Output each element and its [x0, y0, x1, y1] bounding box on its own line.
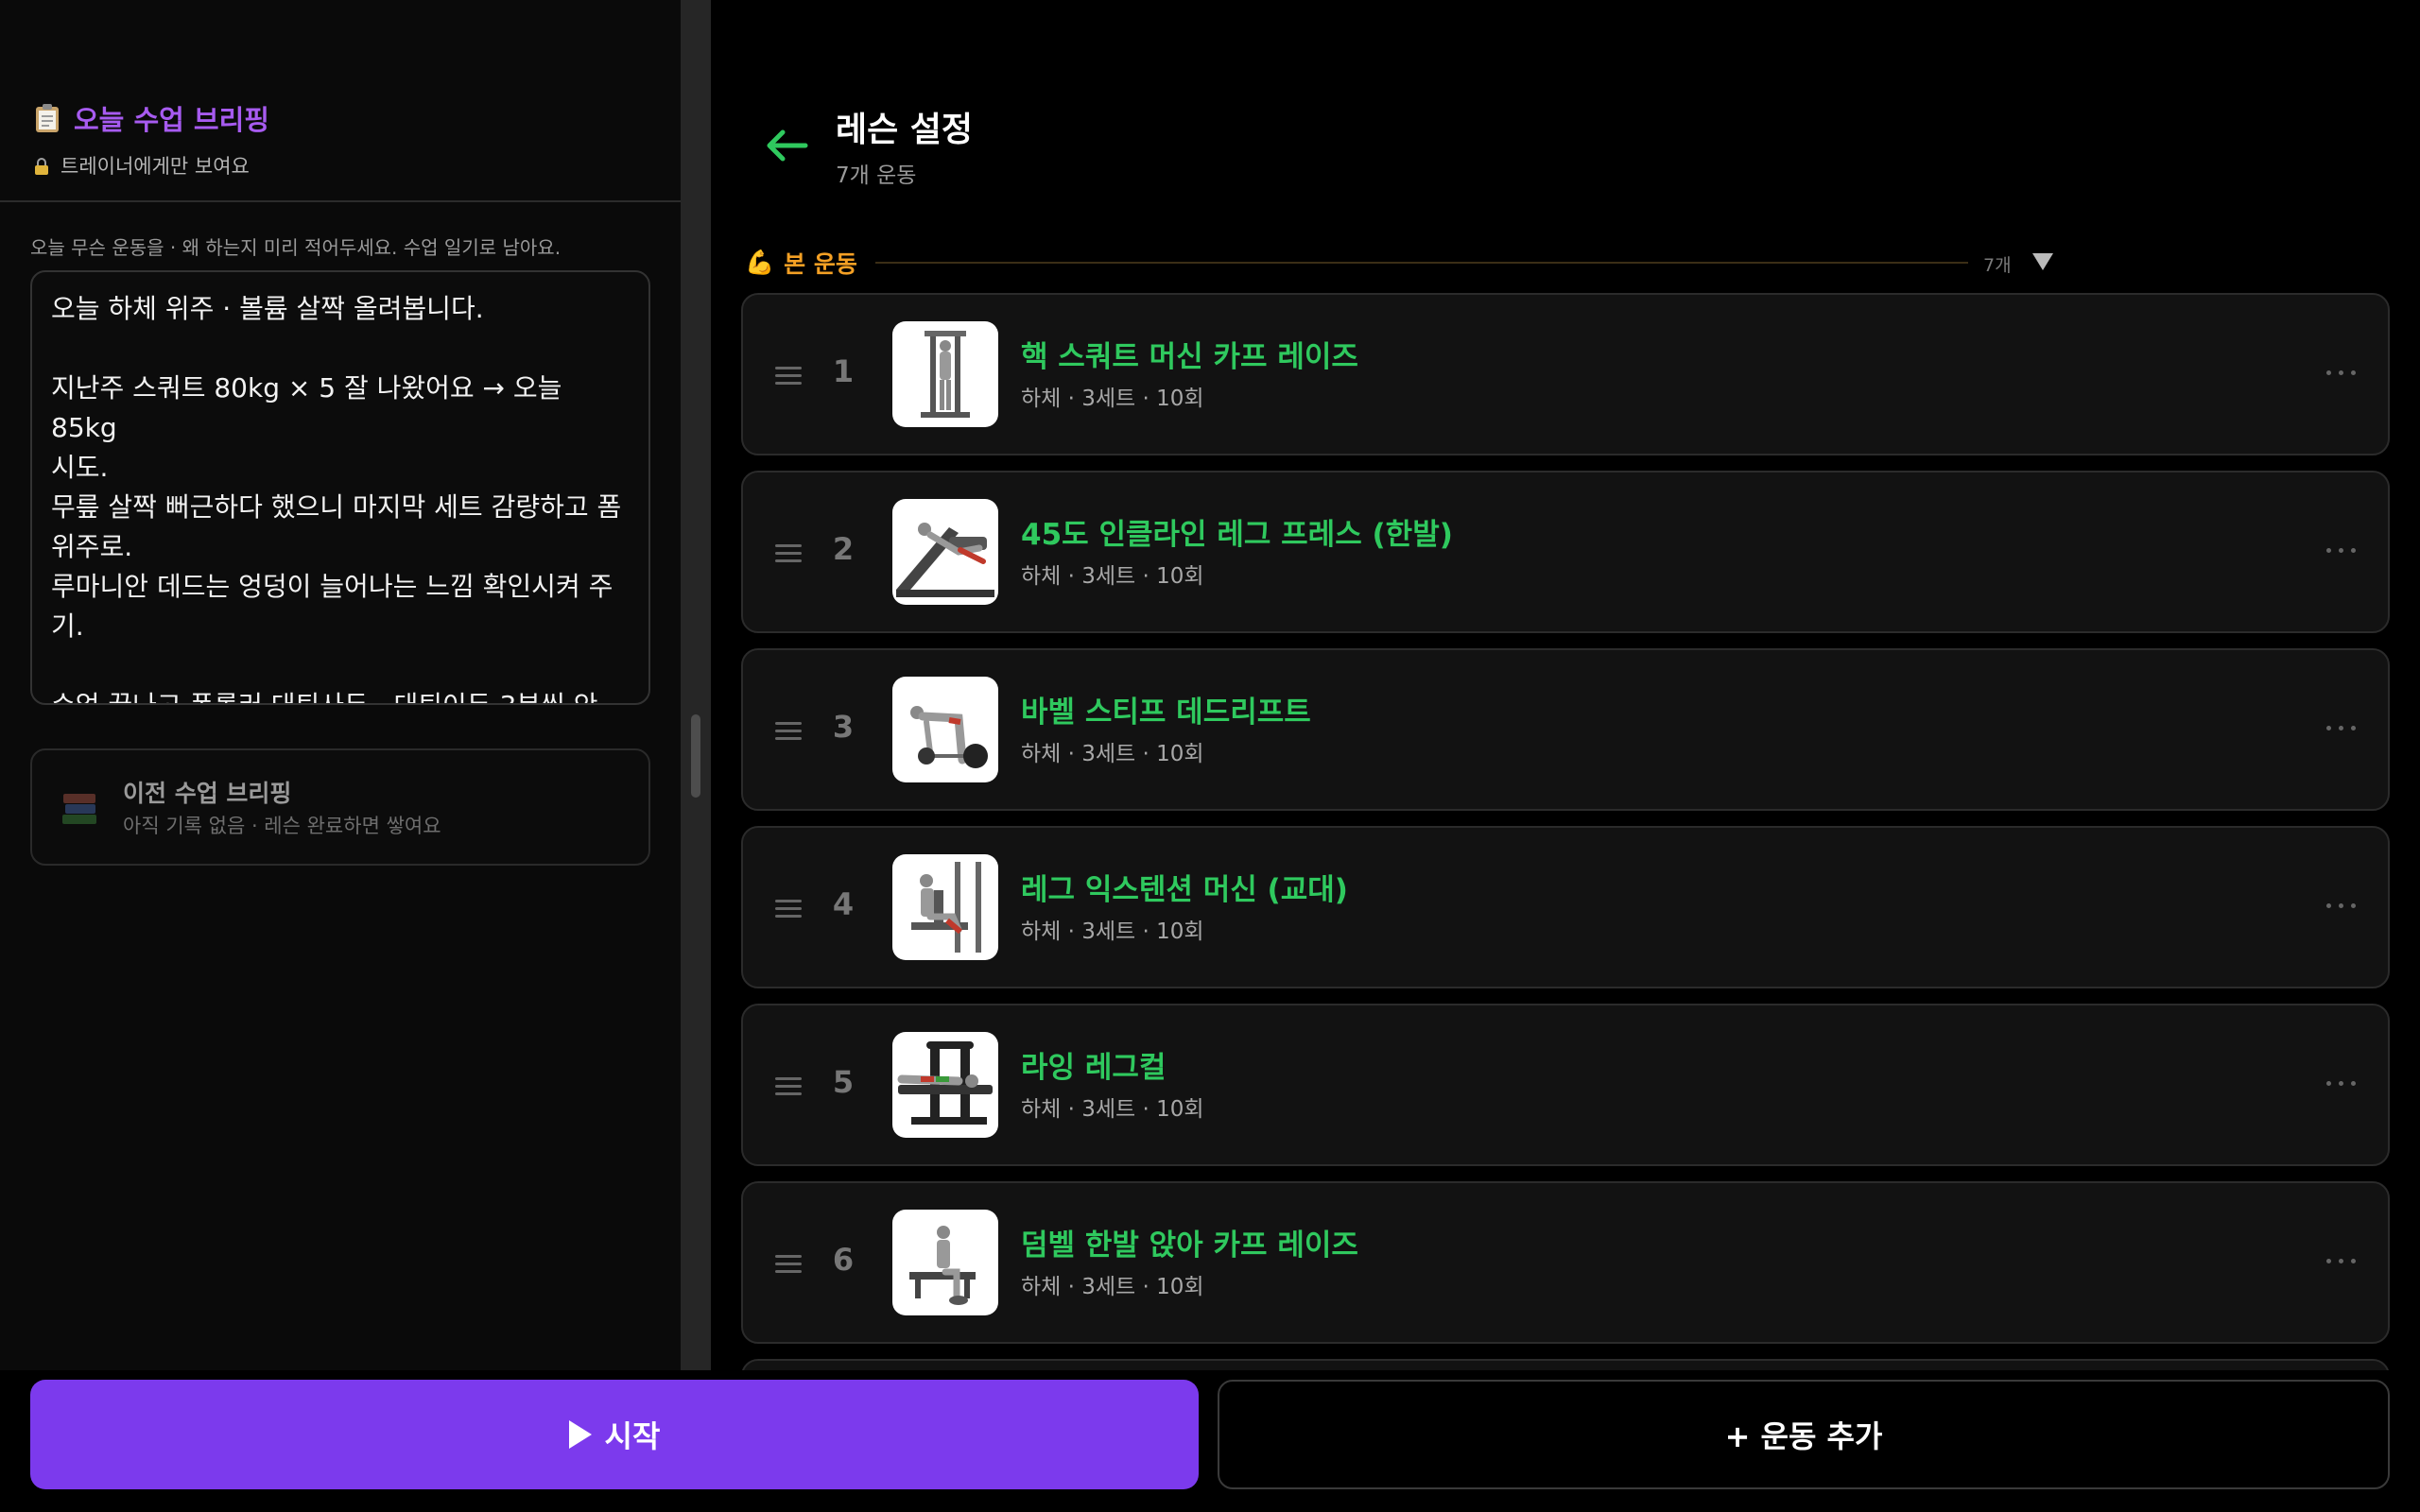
section-count: 7개: [1983, 255, 2012, 276]
more-options-icon[interactable]: [2326, 370, 2356, 375]
briefing-panel: 오늘 수업 브리핑 트레이너에게만 보여요 오늘 무슨 운동을 · 왜 하는지 …: [0, 0, 681, 1512]
note-line: 지난주 스쿼트 80kg × 5 잘 나왔어요 → 오늘 85kg: [51, 372, 571, 443]
exercise-name: 라잉 레그컬: [1021, 1051, 1167, 1085]
start-button[interactable]: 시작: [30, 1380, 1199, 1489]
drag-handle-icon[interactable]: [775, 900, 802, 919]
exercise-number: 2: [832, 531, 855, 567]
exercise-card[interactable]: 6 덤벨 한발 앉아 카프 레이즈 하체 · 3세트 · 10회: [741, 1181, 2390, 1344]
drag-handle-icon[interactable]: [775, 722, 802, 741]
more-options-icon[interactable]: [2326, 1081, 2356, 1086]
more-options-icon[interactable]: [2326, 1259, 2356, 1263]
exercise-meta: 하체 · 3세트 · 10회: [1021, 1097, 1204, 1122]
section-title: 본 운동: [784, 250, 857, 278]
briefing-note-textarea[interactable]: 오늘 하체 위주 · 볼륨 살짝 올려봅니다. 지난주 스쿼트 80kg × 5…: [30, 270, 650, 705]
note-line: 기.: [51, 610, 84, 642]
section-header-main[interactable]: 💪 본 운동 7개: [745, 244, 2386, 282]
note-line: 시도.: [51, 452, 109, 483]
exercise-list: 1 핵 스쿼트 머신 카프 레이즈 하체 · 3세트 · 10회 2 45도 인…: [741, 293, 2390, 1376]
exercise-name: 레그 익스텐션 머신 (교대): [1021, 873, 1348, 907]
exercise-number: 6: [832, 1242, 855, 1278]
exercise-name: 45도 인클라인 레그 프레스 (한발): [1021, 518, 1453, 552]
drag-handle-icon[interactable]: [775, 1077, 802, 1096]
exercise-meta: 하체 · 3세트 · 10회: [1021, 387, 1204, 411]
previous-briefing-title: 이전 수업 브리핑: [123, 780, 292, 807]
play-icon: [568, 1420, 592, 1449]
resize-handle[interactable]: [691, 714, 700, 798]
start-label: 시작: [604, 1418, 661, 1454]
note-line: [51, 329, 630, 369]
exercise-name: 덤벨 한발 앉아 카프 레이즈: [1021, 1228, 1358, 1263]
flexed-bicep-icon: 💪: [745, 249, 775, 276]
exercise-meta: 하체 · 3세트 · 10회: [1021, 1275, 1204, 1299]
exercise-card[interactable]: 4 레그 익스텐션 머신 (교대) 하체 · 3세트 · 10회: [741, 826, 2390, 988]
exercise-meta: 하체 · 3세트 · 10회: [1021, 919, 1204, 944]
briefing-divider: [0, 200, 681, 202]
note-line: 무릎 살짝 뻐근하다 했으니 마지막 세트 감량하고 폼: [51, 491, 622, 523]
exercise-card[interactable]: 2 45도 인클라인 레그 프레스 (한발) 하체 · 3세트 · 10회: [741, 471, 2390, 633]
more-options-icon[interactable]: [2326, 726, 2356, 730]
exercise-thumbnail: [892, 499, 998, 605]
more-options-icon[interactable]: [2326, 548, 2356, 553]
exercise-thumbnail: [892, 1210, 998, 1315]
exercise-thumbnail: [892, 1032, 998, 1138]
note-line: [51, 646, 630, 686]
briefing-title-row: 오늘 수업 브리핑: [34, 98, 269, 138]
exercise-card[interactable]: 1 핵 스쿼트 머신 카프 레이즈 하체 · 3세트 · 10회: [741, 293, 2390, 455]
exercise-count: 7개 운동: [836, 163, 917, 188]
panel-resizer[interactable]: [681, 0, 711, 1512]
exercise-card[interactable]: 5 라잉 레그컬 하체 · 3세트 · 10회: [741, 1004, 2390, 1166]
exercise-meta: 하체 · 3세트 · 10회: [1021, 742, 1204, 766]
drag-handle-icon[interactable]: [775, 1255, 802, 1274]
exercise-name: 바벨 스티프 데드리프트: [1021, 696, 1311, 730]
exercise-card[interactable]: 3 바벨 스티프 데드리프트 하체 · 3세트 · 10회: [741, 648, 2390, 811]
note-line: 위주로.: [51, 531, 133, 562]
bottom-action-bar: 시작 + 운동 추가: [0, 1370, 2420, 1512]
section-label: 💪 본 운동: [745, 246, 857, 280]
clipboard-icon: [34, 103, 60, 133]
exercise-number: 4: [832, 886, 855, 922]
exercise-name: 핵 스쿼트 머신 카프 레이즈: [1021, 340, 1358, 374]
exercise-thumbnail: [892, 677, 998, 782]
more-options-icon[interactable]: [2326, 903, 2356, 908]
briefing-header: 오늘 수업 브리핑 트레이너에게만 보여요: [34, 98, 269, 180]
note-line: 오늘 하체 위주 · 볼륨 살짝 올려봅니다.: [51, 293, 484, 324]
note-line: 수업 끝나고 폼롤러 대퇴사두 · 대퇴이두 3분씩 안내.: [51, 686, 630, 703]
books-icon: [60, 786, 98, 830]
previous-briefing-subtitle: 아직 기록 없음 · 레슨 완료하면 쌓여요: [123, 815, 441, 837]
briefing-title: 오늘 수업 브리핑: [74, 104, 269, 136]
collapse-caret-icon[interactable]: [2032, 253, 2053, 270]
add-exercise-label: + 운동 추가: [1724, 1418, 1883, 1454]
exercise-thumbnail: [892, 854, 998, 960]
lock-icon: [34, 157, 49, 175]
briefing-hint: 오늘 무슨 운동을 · 왜 하는지 미리 적어두세요. 수업 일기로 남아요.: [30, 236, 562, 259]
add-exercise-button[interactable]: + 운동 추가: [1218, 1380, 2390, 1489]
note-line: 루마니안 데드는 엉덩이 늘어나는 느낌 확인시켜 주: [51, 571, 614, 602]
page-title: 레슨 설정: [836, 111, 974, 149]
lesson-setup-panel: 레슨 설정 7개 운동 💪 본 운동 7개 1 핵 스쿼트 머신 카프 레이즈 …: [711, 0, 2420, 1512]
briefing-subtitle-row: 트레이너에게만 보여요: [34, 151, 269, 180]
back-arrow-icon[interactable]: [762, 121, 811, 170]
exercise-thumbnail: [892, 321, 998, 427]
exercise-number: 1: [832, 353, 855, 389]
drag-handle-icon[interactable]: [775, 367, 802, 386]
exercise-number: 5: [832, 1064, 855, 1100]
previous-briefing-card[interactable]: 이전 수업 브리핑 아직 기록 없음 · 레슨 완료하면 쌓여요: [30, 748, 650, 866]
exercise-meta: 하체 · 3세트 · 10회: [1021, 564, 1204, 589]
section-rule: [875, 262, 1968, 264]
exercise-number: 3: [832, 709, 855, 745]
drag-handle-icon[interactable]: [775, 544, 802, 563]
briefing-subtitle: 트레이너에게만 보여요: [60, 155, 250, 178]
